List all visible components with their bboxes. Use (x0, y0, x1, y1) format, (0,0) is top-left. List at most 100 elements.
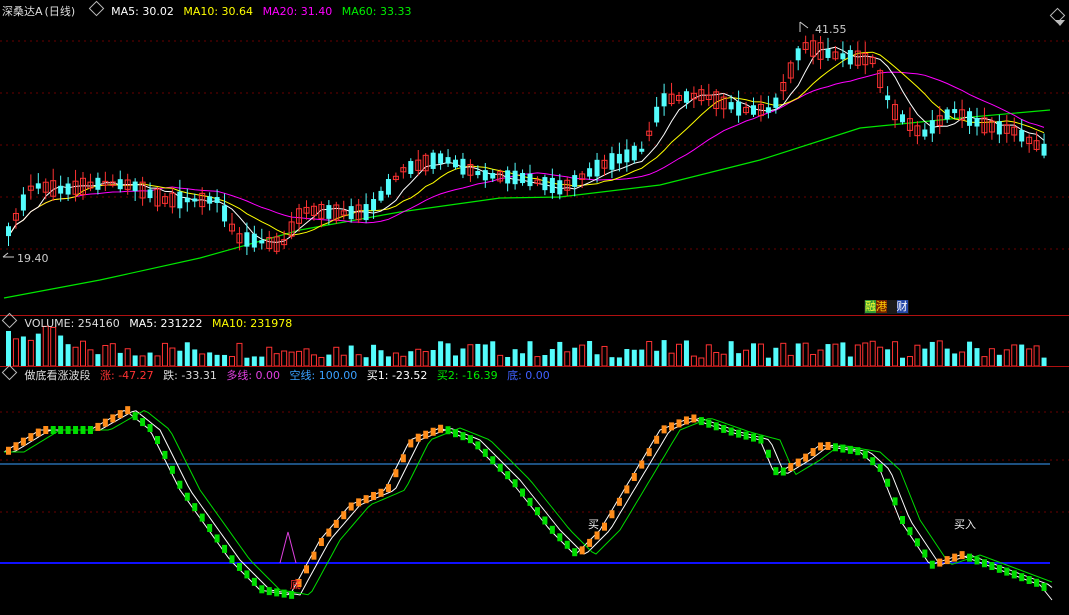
signal-buy-in-label: 买入 (954, 518, 976, 531)
indicator-bar (832, 443, 838, 452)
indicator-bar (155, 436, 160, 444)
indicator-bar (944, 556, 950, 565)
volume-bar (959, 351, 966, 367)
indicator-bar (147, 424, 153, 433)
indicator-bar (669, 422, 675, 431)
candle-down (840, 53, 846, 60)
indicator-bar (1004, 567, 1010, 576)
kongxian-value: 空线: 100.00 (289, 369, 358, 382)
indicator-bar (639, 460, 645, 469)
indicator-bar (482, 448, 488, 457)
volume-bar (981, 356, 988, 367)
volume-bar (713, 351, 720, 367)
indicator-bar (415, 433, 421, 442)
volume-bar (683, 340, 689, 366)
indicator-bar (892, 497, 898, 506)
volume-bar (929, 341, 935, 366)
indicator-bar (1019, 573, 1025, 582)
candle-down (251, 233, 257, 248)
volume-bar (817, 349, 824, 367)
candle-down (177, 191, 183, 209)
candle-down (214, 197, 220, 203)
volume-bar (72, 346, 79, 367)
indicator-bar (825, 441, 831, 450)
badge-finance[interactable]: 财 (896, 300, 908, 313)
indicator-bar (989, 562, 995, 571)
candle-down (773, 97, 779, 108)
indicator-bar (184, 492, 190, 501)
settings-diamond-icon[interactable] (88, 0, 104, 17)
candle-down (259, 240, 265, 244)
indicator-settings-icon[interactable] (1, 364, 18, 381)
ma5-label: MA5: 30.02 (111, 5, 174, 18)
indicator-bar (385, 484, 391, 493)
indicator-bar (996, 564, 1002, 573)
indicator-bar (438, 424, 444, 433)
indicator-bar (572, 548, 578, 557)
indicator-bar (289, 590, 295, 599)
volume-bar (236, 342, 243, 367)
volume-bar (109, 343, 116, 367)
volume-bar (1011, 344, 1018, 367)
volume-bar (900, 357, 905, 366)
volume-bar (654, 350, 660, 366)
candle-down (974, 117, 980, 127)
volume-bar (184, 342, 190, 366)
volume-bar (392, 352, 399, 367)
indicator-bar (914, 538, 920, 547)
candle-down (505, 170, 511, 184)
chart-canvas[interactable]: 41.55 19.40 (0, 0, 1069, 615)
candle-down (445, 157, 451, 164)
volume-bar (906, 356, 913, 367)
volume-bar (601, 345, 608, 367)
indicator-bar (780, 467, 786, 476)
indicator-bar (423, 430, 429, 439)
candle-down (363, 204, 369, 221)
volume-bar (825, 344, 831, 366)
indicator-bar (333, 519, 339, 528)
volume-bar (579, 344, 586, 367)
candle-down (922, 129, 928, 137)
badge-hk[interactable]: 港 (876, 300, 887, 313)
candle-down (631, 145, 637, 161)
volume-bar (668, 352, 675, 367)
indicator-bar (341, 511, 347, 520)
volume-bar (564, 351, 571, 367)
volume-settings-icon[interactable] (1, 312, 18, 329)
candle-down (929, 120, 935, 134)
indicator-bar (683, 416, 689, 425)
indicator-bar (743, 431, 749, 440)
indicator-bar (162, 450, 168, 459)
volume-bar (967, 341, 973, 366)
volume-bar (222, 354, 228, 366)
badge-margin[interactable]: 融 (865, 300, 876, 313)
indicator-bar (326, 528, 332, 537)
price-grid (0, 40, 1069, 564)
indicator-bar (6, 446, 11, 455)
badges: 融港 财 (864, 300, 909, 314)
volume-bar (244, 357, 250, 366)
indicator-series[interactable] (3, 406, 1053, 601)
collapse-arrow-icon[interactable] (1055, 20, 1065, 26)
indicator-bar (646, 448, 652, 457)
ma10-line (8, 51, 1045, 237)
indicator-bar (631, 473, 637, 481)
volume-bar (177, 350, 183, 366)
indicator-bar (587, 538, 593, 547)
candle-down (192, 198, 198, 202)
indicator-bar (803, 453, 809, 462)
volume-bar (690, 355, 697, 367)
candle-down (58, 185, 64, 194)
volume-bar (892, 341, 899, 367)
volume-bar (475, 343, 481, 366)
volume-ma10: MA10: 231978 (211, 317, 293, 330)
ma10-path (8, 51, 1045, 237)
volume-bar (266, 346, 273, 367)
volume-bar (214, 354, 220, 366)
candle-down (661, 93, 667, 107)
volume-bar (787, 354, 794, 367)
indicator-bar (192, 503, 198, 512)
volume-bars[interactable] (6, 325, 1047, 367)
indicator-bar (609, 510, 615, 519)
volume-bar (832, 343, 839, 367)
